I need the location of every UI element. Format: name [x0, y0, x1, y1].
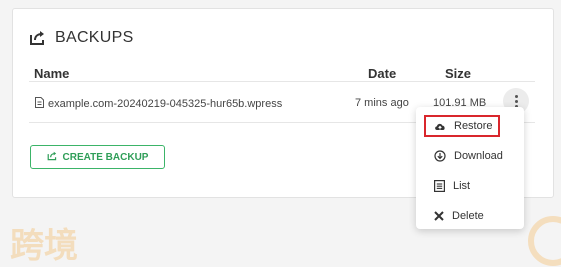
menu-item-download[interactable]: Download [420, 145, 520, 167]
menu-item-delete[interactable]: Delete [420, 205, 520, 227]
menu-item-label: List [453, 180, 471, 192]
row-actions-dropdown: Restore Download List Delete [416, 107, 524, 229]
kebab-dot [514, 99, 518, 103]
bottom-watermark-logo-icon [528, 216, 561, 266]
share-box-icon [29, 30, 47, 46]
column-header-name: Name [34, 66, 70, 81]
kebab-dot [514, 94, 518, 98]
menu-item-list[interactable]: List [420, 175, 520, 197]
file-icon [35, 97, 44, 111]
close-icon [434, 211, 444, 221]
column-header-date: Date [368, 66, 397, 81]
menu-item-label: Delete [452, 210, 484, 222]
backup-date: 7 mins ago [355, 97, 409, 109]
menu-item-label: Download [454, 150, 503, 162]
list-icon [434, 180, 445, 192]
download-circle-icon [434, 150, 446, 162]
create-backup-label: CREATE BACKUP [62, 151, 149, 163]
share-box-icon [47, 151, 58, 164]
menu-item-restore[interactable]: Restore [424, 115, 500, 137]
create-backup-button[interactable]: CREATE BACKUP [30, 145, 165, 169]
card-title: BACKUPS [55, 29, 134, 46]
cloud-upload-icon [434, 121, 446, 131]
column-header-size: Size [445, 66, 472, 81]
backup-file-cell: example.com-20240219-045325-hur65b.wpres… [35, 97, 282, 111]
menu-item-label: Restore [454, 120, 493, 132]
bottom-watermark-text: 跨境 [10, 226, 78, 266]
backup-file-name: example.com-20240219-045325-hur65b.wpres… [48, 98, 283, 110]
header-divider [29, 81, 535, 82]
card-header: BACKUPS [29, 29, 134, 47]
